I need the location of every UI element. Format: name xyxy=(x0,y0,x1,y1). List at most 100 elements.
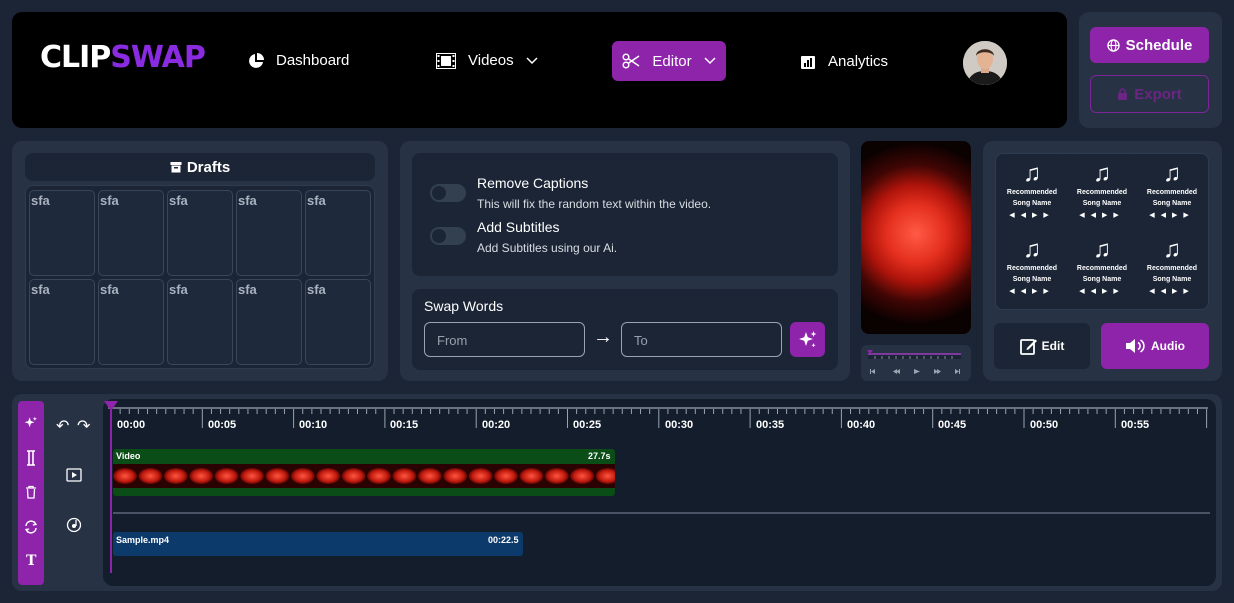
video-track-label: Video xyxy=(116,451,141,461)
film-icon xyxy=(436,52,456,69)
remove-captions-desc: This will fix the random text within the… xyxy=(477,197,712,211)
arrow-right-icon: → xyxy=(593,326,613,348)
redo-icon[interactable]: ↷ xyxy=(77,416,90,436)
draft-card[interactable]: sfa xyxy=(29,190,95,276)
nav-editor[interactable]: Editor xyxy=(612,41,726,81)
song-card[interactable]: ♫ Recommended Song Name ◀◀▶▶ xyxy=(999,157,1065,230)
draft-card[interactable]: sfa xyxy=(98,190,164,276)
song-playback-controls[interactable]: ◀◀▶▶ xyxy=(1069,211,1135,219)
lock-icon xyxy=(1118,88,1128,100)
add-subtitles-desc: Add Subtitles using our Ai. xyxy=(477,241,618,255)
nav-dashboard[interactable]: Dashboard xyxy=(248,52,349,69)
ai-swap-button[interactable] xyxy=(790,322,825,357)
logo-text-swap: SWAP xyxy=(110,40,206,75)
song-playback-controls[interactable]: ◀◀▶▶ xyxy=(1139,211,1205,219)
video-frame-thumbnail xyxy=(341,468,366,484)
clipswap-logo[interactable]: CLIPSWAP xyxy=(40,40,206,75)
audio-track-clip[interactable] xyxy=(113,532,523,556)
song-card[interactable]: ♫ Recommended Song Name ◀◀▶▶ xyxy=(1139,233,1205,306)
draft-label: sfa xyxy=(100,282,119,297)
remove-captions-title: Remove Captions xyxy=(477,175,589,191)
draft-label: sfa xyxy=(238,193,257,208)
song-line1: Recommended xyxy=(1006,265,1058,272)
scissors-icon xyxy=(622,53,640,69)
tick-label: 00:35 xyxy=(756,419,785,431)
edit-label: Edit xyxy=(1041,339,1065,353)
video-thumbnails xyxy=(113,464,615,488)
video-frame-thumbnail xyxy=(443,468,468,484)
to-input[interactable]: To xyxy=(621,322,782,357)
track-divider xyxy=(113,512,1210,514)
audio-button[interactable]: Audio xyxy=(1101,323,1209,369)
video-track-duration: 27.7s xyxy=(588,451,611,461)
video-preview[interactable] xyxy=(861,141,971,334)
song-card[interactable]: ♫ Recommended Song Name ◀◀▶▶ xyxy=(999,233,1065,306)
draft-card[interactable]: sfa xyxy=(98,279,164,365)
song-card[interactable]: ♫ Recommended Song Name ◀◀▶▶ xyxy=(1139,157,1205,230)
song-playback-controls[interactable]: ◀◀▶▶ xyxy=(1069,287,1135,295)
video-frame-thumbnail xyxy=(570,468,595,484)
export-button[interactable]: Export xyxy=(1090,75,1209,113)
music-note-icon: ♫ xyxy=(1093,160,1111,187)
avatar-image xyxy=(963,41,1007,85)
draft-label: sfa xyxy=(31,193,50,208)
globe-icon xyxy=(1106,38,1120,52)
ai-tool-icon[interactable] xyxy=(22,414,40,432)
from-input[interactable]: From xyxy=(424,322,585,357)
video-frame-thumbnail xyxy=(189,468,214,484)
tick-label: 00:15 xyxy=(390,419,419,431)
draft-card[interactable]: sfa xyxy=(167,190,233,276)
draft-card[interactable]: sfa xyxy=(236,279,302,365)
draft-card[interactable]: sfa xyxy=(167,279,233,365)
song-name: Song Name xyxy=(1082,276,1122,283)
text-tool-icon[interactable]: T xyxy=(26,553,36,569)
nav-analytics-label: Analytics xyxy=(828,53,889,70)
draft-card[interactable]: sfa xyxy=(305,190,371,276)
song-name: Song Name xyxy=(1082,200,1122,207)
playhead-line[interactable] xyxy=(110,410,112,573)
nav-dashboard-label: Dashboard xyxy=(276,52,350,69)
draft-label: sfa xyxy=(238,282,257,297)
video-frame-thumbnail xyxy=(392,468,417,484)
add-subtitles-toggle[interactable] xyxy=(430,227,466,245)
draft-card[interactable]: sfa xyxy=(305,279,371,365)
chevron-down-icon xyxy=(704,57,716,65)
video-frame-thumbnail xyxy=(240,468,264,484)
song-line1: Recommended xyxy=(1006,189,1058,196)
drafts-title: Drafts xyxy=(186,158,231,176)
swap-words-title: Swap Words xyxy=(424,298,504,314)
draft-card[interactable]: sfa xyxy=(236,190,302,276)
remove-captions-toggle[interactable] xyxy=(430,184,466,202)
song-playback-controls[interactable]: ◀◀▶▶ xyxy=(1139,287,1205,295)
preview-scrubber[interactable] xyxy=(865,348,965,378)
song-playback-controls[interactable]: ◀◀▶▶ xyxy=(999,211,1065,219)
trash-icon[interactable] xyxy=(22,483,40,501)
draft-label: sfa xyxy=(307,193,326,208)
draft-label: sfa xyxy=(100,193,119,208)
video-frame-thumbnail xyxy=(417,468,442,484)
edit-button[interactable]: Edit xyxy=(994,323,1090,369)
nav-videos[interactable]: Videos xyxy=(436,52,538,69)
split-tool-icon[interactable] xyxy=(22,449,40,467)
schedule-button[interactable]: Schedule xyxy=(1090,27,1209,63)
nav-analytics[interactable]: Analytics xyxy=(800,53,888,70)
draft-label: sfa xyxy=(307,282,326,297)
replace-icon[interactable] xyxy=(22,518,40,536)
song-card[interactable]: ♫ Recommended Song Name ◀◀▶▶ xyxy=(1069,233,1135,306)
drafts-header: Drafts xyxy=(25,153,375,181)
logo-text-clip: CLIP xyxy=(40,40,111,75)
draft-label: sfa xyxy=(169,193,188,208)
music-note-icon: ♫ xyxy=(1163,160,1181,187)
audio-clip-duration: 00:22.5 xyxy=(488,535,519,545)
add-subtitles-title: Add Subtitles xyxy=(477,219,560,235)
tick-label: 00:45 xyxy=(938,419,967,431)
video-track-icon xyxy=(66,468,82,482)
song-card[interactable]: ♫ Recommended Song Name ◀◀▶▶ xyxy=(1069,157,1135,230)
song-playback-controls[interactable]: ◀◀▶▶ xyxy=(999,287,1065,295)
draft-card[interactable]: sfa xyxy=(29,279,95,365)
user-avatar[interactable] xyxy=(963,41,1007,85)
archive-icon xyxy=(170,162,182,173)
nav-editor-label: Editor xyxy=(652,52,692,70)
playhead-handle[interactable] xyxy=(104,401,118,413)
undo-icon[interactable]: ↶ xyxy=(56,416,69,436)
